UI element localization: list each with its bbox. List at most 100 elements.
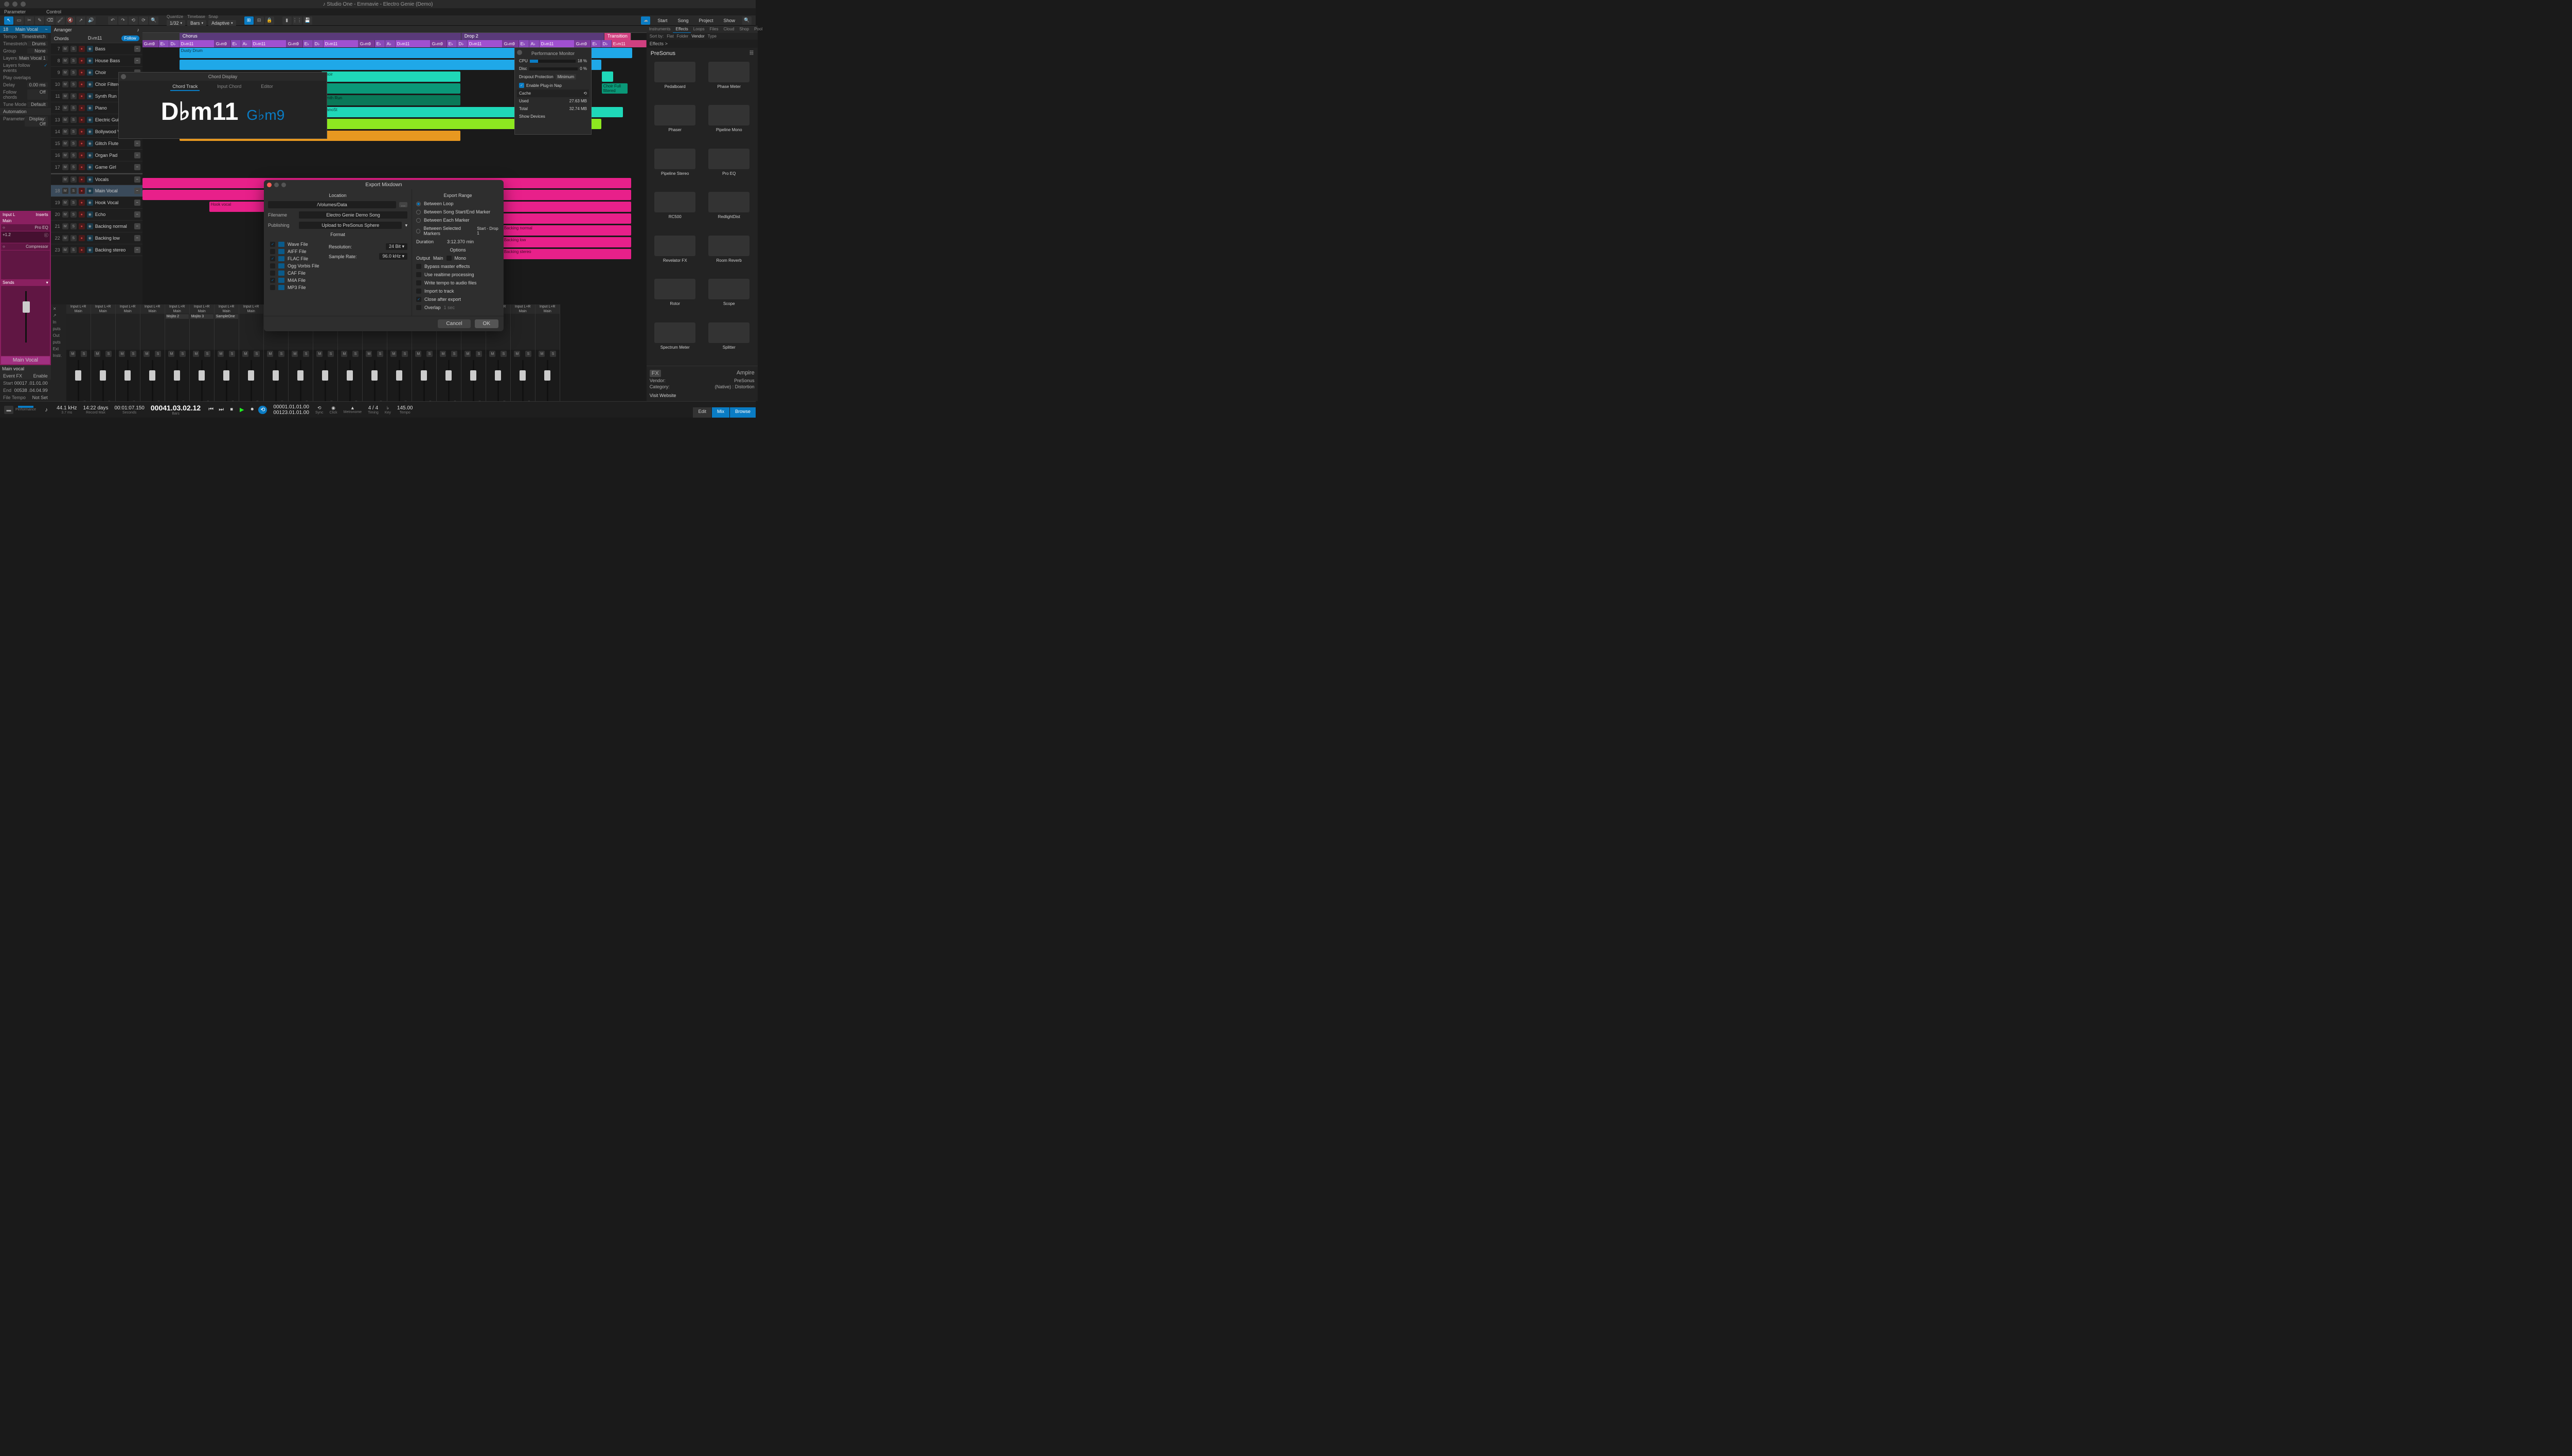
channel-strip[interactable]: Input L+RMainMSAuto: Off10Choir Filtered — [239, 304, 264, 415]
close-after-label[interactable]: Close after export — [424, 297, 461, 302]
chord-cell[interactable]: D♭m11 — [252, 40, 287, 47]
record-arm-button[interactable]: ● — [79, 152, 85, 158]
plugin-item[interactable]: Splitter — [704, 322, 755, 363]
record-arm-button[interactable]: ● — [79, 176, 85, 183]
mute-button[interactable]: M — [292, 351, 298, 357]
fader-handle[interactable] — [520, 370, 526, 381]
between-selected-radio[interactable] — [416, 229, 420, 233]
tab-loops[interactable]: Loops — [691, 26, 707, 33]
tab-files[interactable]: Files — [707, 26, 721, 33]
solo-button[interactable]: S — [70, 247, 77, 253]
fader-handle[interactable] — [23, 301, 30, 313]
layers-follow-check[interactable]: ✓ — [44, 63, 48, 73]
mono-check[interactable] — [446, 256, 452, 261]
chord-cell[interactable]: E♭ — [375, 40, 385, 47]
insert-compressor[interactable]: Compressor — [26, 244, 48, 249]
plugin-item[interactable]: Phaser — [650, 105, 701, 145]
chord-cell[interactable]: G♭m9 — [575, 40, 591, 47]
track-wave-icon[interactable]: ~ — [134, 247, 140, 253]
overlap-check[interactable] — [416, 305, 421, 310]
plugin-nap-check[interactable]: ✓ — [519, 83, 524, 88]
track-row[interactable]: 17MS●◉Game Girl~ — [51, 161, 142, 173]
search-icon[interactable]: 🔍 — [742, 16, 752, 25]
arrow-tool-icon[interactable]: ↖ — [4, 16, 13, 25]
fader-handle[interactable] — [322, 370, 328, 381]
timestretch-value[interactable]: Drums — [27, 41, 48, 46]
caf-label[interactable]: CAF File — [288, 271, 306, 276]
channel-strip[interactable]: Input L+RMainMSAuto: Off1Crushed Perc — [66, 304, 91, 415]
plugin-item[interactable]: RC500 — [650, 192, 701, 232]
mute-button[interactable]: M — [539, 351, 545, 357]
sort-type[interactable]: Type — [708, 34, 717, 39]
chord-cell[interactable]: E♭m11 — [612, 40, 647, 47]
clip[interactable]: Backing stereo — [503, 249, 631, 259]
mute-button[interactable]: M — [62, 200, 68, 206]
m4a-label[interactable]: M4A File — [288, 278, 306, 283]
fader-handle[interactable] — [124, 370, 131, 381]
solo-button[interactable]: S — [70, 176, 77, 183]
chord-cell[interactable]: G♭m9 — [215, 40, 231, 47]
event-end-value[interactable]: 00538 .04.04.99 — [14, 388, 48, 393]
aiff-label[interactable]: AIFF File — [288, 249, 307, 254]
monitor-button[interactable]: ◉ — [87, 140, 93, 147]
chord-cell[interactable]: D♭m11 — [540, 40, 575, 47]
layers-value[interactable]: Main Vocal 1 — [17, 56, 48, 61]
plugin-item[interactable]: Rotor — [650, 279, 701, 319]
monitor-button[interactable]: ◉ — [87, 247, 93, 253]
show-page-link[interactable]: Show — [720, 17, 738, 24]
fader-handle[interactable] — [495, 370, 501, 381]
plugin-item[interactable]: Pro EQ — [704, 149, 755, 189]
clip[interactable] — [602, 71, 613, 82]
track-row[interactable]: 19MS●◉Hook Vocal~ — [51, 197, 142, 209]
mp3-label[interactable]: MP3 File — [288, 285, 306, 290]
path-effects[interactable]: Effects — [650, 41, 664, 46]
record-arm-button[interactable]: ● — [79, 140, 85, 147]
track-wave-icon[interactable]: ~ — [134, 211, 140, 218]
note-icon[interactable]: ♪ — [42, 406, 50, 414]
mute-button[interactable]: M — [62, 93, 68, 99]
time-seconds[interactable]: 00:01:07.150 — [114, 405, 144, 411]
record-arm-button[interactable]: ● — [79, 164, 85, 170]
channel-strip[interactable]: Input L+RMainMojito 2MSAuto: Off7Bass — [165, 304, 190, 415]
solo-button[interactable]: S — [229, 351, 235, 357]
fader-handle[interactable] — [544, 370, 550, 381]
chord-cell[interactable]: G♭m9 — [503, 40, 519, 47]
chord-cell[interactable]: D♭ — [601, 40, 612, 47]
clip[interactable] — [322, 83, 460, 94]
chord-cell[interactable]: E♭ — [519, 40, 529, 47]
undo-icon[interactable]: ↶ — [108, 16, 117, 25]
chord-cell[interactable]: G♭m9 — [142, 40, 159, 47]
delay-value[interactable]: 0.00 ms — [27, 82, 48, 87]
close-icon[interactable] — [517, 50, 522, 55]
sort-folder[interactable]: Folder — [677, 34, 689, 39]
visit-website-link[interactable]: Visit Website — [650, 393, 676, 398]
bend-tool-icon[interactable]: ↗ — [76, 16, 85, 25]
action-icon[interactable]: ⟲ — [129, 16, 138, 25]
flac-label[interactable]: FLAC File — [288, 256, 308, 261]
solo-button[interactable]: S — [550, 351, 556, 357]
between-loop-label[interactable]: Between Loop — [424, 201, 454, 206]
chord-cell[interactable]: D♭ — [457, 40, 468, 47]
project-page-link[interactable]: Project — [695, 17, 716, 24]
plugin-item[interactable]: Room Reverb — [704, 236, 755, 276]
solo-button[interactable]: S — [254, 351, 260, 357]
track-wave-icon[interactable]: ~ — [134, 140, 140, 147]
record-arm-button[interactable]: ● — [79, 105, 85, 111]
solo-button[interactable]: S — [501, 351, 507, 357]
channel-strip[interactable]: Input L+RMainMSAuto: Off3Bongos — [116, 304, 140, 415]
overlap-label[interactable]: Overlap — [424, 305, 441, 310]
tempo-value[interactable]: Timestretch — [20, 34, 48, 39]
aiff-check[interactable] — [270, 249, 275, 254]
perf-label[interactable]: Performance — [15, 408, 36, 411]
output-label[interactable]: Main — [3, 219, 11, 223]
mp3-check[interactable] — [270, 285, 275, 290]
chord-bar[interactable]: G♭m9E♭D♭D♭m11G♭m9E♭A♭D♭m11G♭m9E♭D♭D♭m11G… — [142, 40, 647, 47]
solo-button[interactable]: S — [70, 223, 77, 229]
track-wave-icon[interactable]: ~ — [134, 200, 140, 206]
mute-button[interactable]: M — [62, 152, 68, 158]
clip[interactable] — [503, 213, 631, 224]
solo-button[interactable]: S — [303, 351, 309, 357]
mute-button[interactable]: M — [168, 351, 174, 357]
timesig[interactable]: 4 / 4 — [368, 405, 378, 411]
redo-icon[interactable]: ↷ — [118, 16, 128, 25]
